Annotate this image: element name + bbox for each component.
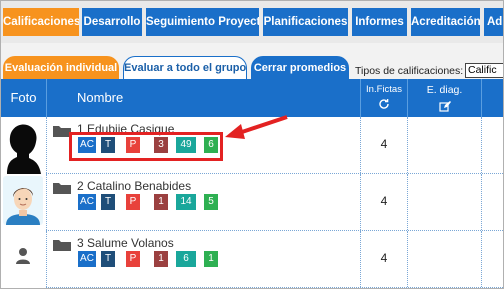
table-header: Foto Nombre In.Fictas E. diag. <box>1 79 503 117</box>
badge-count-a[interactable]: 1 <box>154 251 168 267</box>
badge-ac[interactable]: AC <box>78 251 96 267</box>
fictas-value: 4 <box>380 137 388 151</box>
top-navigation: Calificaciones Desarrollo Seguimiento Pr… <box>1 1 503 43</box>
badge-count-b[interactable]: 14 <box>176 194 196 210</box>
tab-calificaciones[interactable]: Calificaciones <box>3 8 79 36</box>
tab-acreditacion[interactable]: Acreditación <box>411 8 480 36</box>
student-avatar <box>1 174 46 231</box>
tab-planificaciones[interactable]: Planificaciones <box>263 8 348 36</box>
tab-ad[interactable]: Ad. <box>484 8 503 36</box>
cell-divider <box>481 174 482 230</box>
badge-count-c[interactable]: 1 <box>204 251 218 267</box>
cell-divider <box>407 174 408 230</box>
badge-count-c[interactable]: 5 <box>204 194 218 210</box>
person-icon <box>1 231 46 288</box>
column-foto: Foto <box>10 90 37 105</box>
badge-t[interactable]: T <box>101 194 115 210</box>
table-row[interactable]: 3 Salume Volanos AC T P 1 6 1 4 <box>1 231 503 288</box>
tab-informes[interactable]: Informes <box>352 8 407 36</box>
cell-divider <box>46 174 47 230</box>
student-avatar <box>1 231 46 288</box>
header-divider <box>481 79 482 117</box>
cell-divider <box>360 231 361 287</box>
badge-p[interactable]: P <box>126 194 140 210</box>
fictas-value: 4 <box>380 251 388 265</box>
refresh-icon[interactable] <box>376 97 392 111</box>
tab-seguimiento-proyecto[interactable]: Seguimiento Proyecto <box>146 8 259 36</box>
cell-divider <box>360 174 361 230</box>
student-name[interactable]: 2 Catalino Benabides <box>77 179 191 193</box>
annotation-arrow-icon <box>225 115 288 139</box>
student-name[interactable]: 3 Salume Volanos <box>77 236 174 250</box>
cell-divider <box>46 117 47 173</box>
badge-p[interactable]: P <box>126 251 140 267</box>
column-fictas: In.Fictas <box>366 84 402 95</box>
column-ediag: E. diag. <box>426 84 463 96</box>
types-select[interactable]: Calific <box>465 63 503 78</box>
badge-count-b[interactable]: 6 <box>176 251 196 267</box>
edit-icon[interactable] <box>438 99 452 117</box>
badge-ac[interactable]: AC <box>78 194 96 210</box>
cell-divider <box>46 231 47 287</box>
folder-icon[interactable] <box>53 239 71 251</box>
column-nombre: Nombre <box>77 90 124 105</box>
badge-t[interactable]: T <box>101 251 115 267</box>
header-divider <box>46 79 47 117</box>
cell-divider <box>360 117 361 173</box>
cell-divider <box>407 231 408 287</box>
cell-divider <box>481 117 482 173</box>
subtab-evaluar-grupo[interactable]: Evaluar a todo el grupo <box>123 56 247 80</box>
subtab-evaluacion-individual[interactable]: Evaluación individual <box>3 56 119 80</box>
badge-count-a[interactable]: 1 <box>154 194 168 210</box>
cell-divider <box>481 231 482 287</box>
table-row[interactable]: 2 Catalino Benabides AC T P 1 14 5 4 <box>1 174 503 231</box>
cell-divider <box>407 117 408 173</box>
app-frame: Calificaciones Desarrollo Seguimiento Pr… <box>0 0 504 289</box>
fictas-value: 4 <box>380 194 388 208</box>
types-label: Tipos de calificaciones: <box>355 65 464 77</box>
subtab-cerrar-promedios[interactable]: Cerrar promedios <box>251 56 349 80</box>
student-avatar <box>1 117 46 174</box>
folder-icon[interactable] <box>53 182 71 194</box>
highlight-box <box>69 132 223 161</box>
tab-desarrollo[interactable]: Desarrollo <box>82 8 142 36</box>
sub-navigation: Evaluación individual Evaluar a todo el … <box>1 43 503 80</box>
